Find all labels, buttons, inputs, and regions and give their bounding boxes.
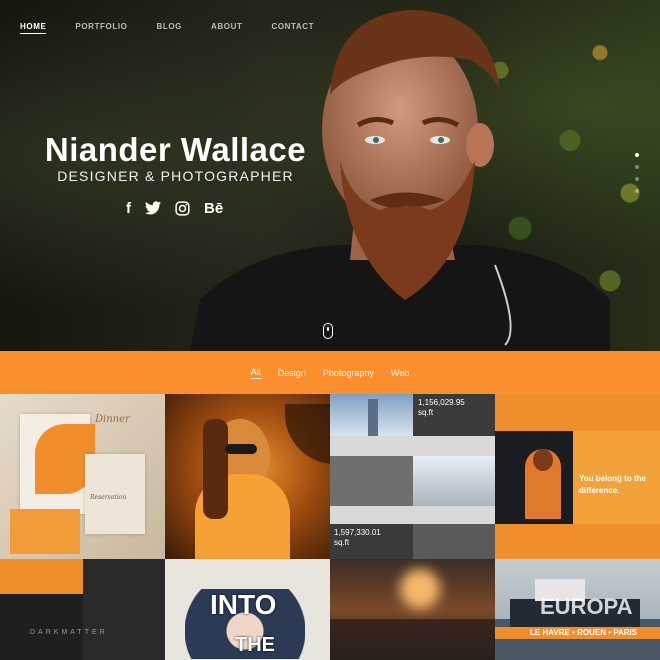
facebook-icon[interactable]: f bbox=[126, 198, 131, 218]
tile-stationery[interactable]: Dinner Reservation bbox=[0, 394, 165, 559]
scroll-down-icon[interactable] bbox=[323, 323, 333, 339]
slide-dot[interactable] bbox=[635, 189, 639, 193]
tile-portrait-woman[interactable] bbox=[165, 394, 330, 559]
nav-about[interactable]: ABOUT bbox=[211, 22, 242, 34]
tile-web-orange[interactable]: You belong to the difference. bbox=[495, 394, 660, 559]
twitter-icon[interactable] bbox=[145, 198, 161, 218]
slide-dots bbox=[635, 153, 639, 193]
hero-name: Niander Wallace bbox=[44, 131, 307, 168]
tile-text: Reservation bbox=[90, 494, 127, 501]
behance-icon[interactable]: Bē bbox=[204, 198, 223, 218]
tile-text: 1,597,330.01 bbox=[334, 528, 381, 537]
tile-text: EUROPA bbox=[540, 594, 633, 619]
tile-darkmatter[interactable]: DARKMATTER bbox=[0, 559, 165, 660]
nav-blog[interactable]: BLOG bbox=[156, 22, 182, 34]
hero-subtitle: DESIGNER & PHOTOGRAPHER bbox=[57, 168, 294, 184]
main-nav: HOME PORTFOLIO BLOG ABOUT CONTACT bbox=[20, 22, 343, 34]
tile-text: You belong to the bbox=[579, 474, 646, 483]
tile-text: sq.ft bbox=[334, 538, 350, 547]
filter-design[interactable]: Design bbox=[278, 368, 306, 378]
portfolio-filter-bar: All Design Photography Web bbox=[0, 351, 660, 394]
slide-dot[interactable] bbox=[635, 177, 639, 181]
tile-text: INTO bbox=[210, 589, 277, 620]
tile-text: DARKMATTER bbox=[30, 629, 108, 636]
tile-text: LE HAVRE • ROUEN • PARIS bbox=[530, 628, 638, 637]
slide-dot[interactable] bbox=[635, 153, 639, 157]
tile-real-estate-web[interactable]: 1,156,029.95 sq.ft 1,597,330.01 sq.ft bbox=[330, 394, 495, 559]
tile-europa-ship[interactable]: EUROPA LE HAVRE • ROUEN • PARIS bbox=[495, 559, 660, 660]
filter-web[interactable]: Web bbox=[391, 368, 409, 378]
nav-home[interactable]: HOME bbox=[20, 22, 47, 34]
tile-text: sq.ft bbox=[418, 408, 434, 417]
nav-portfolio[interactable]: PORTFOLIO bbox=[75, 22, 127, 34]
tile-text: difference. bbox=[579, 486, 620, 495]
social-links: f Bē bbox=[126, 198, 223, 218]
tile-text: 1,156,029.95 bbox=[418, 398, 465, 407]
tile-text: THE bbox=[235, 634, 275, 656]
nav-contact[interactable]: CONTACT bbox=[271, 22, 314, 34]
hero-section: HOME PORTFOLIO BLOG ABOUT CONTACT Niande… bbox=[0, 0, 660, 351]
filter-all[interactable]: All bbox=[250, 367, 261, 379]
filter-photography[interactable]: Photography bbox=[323, 368, 374, 378]
instagram-icon[interactable] bbox=[175, 198, 190, 218]
tile-into-the[interactable]: INTO THE bbox=[165, 559, 330, 660]
tile-city-street[interactable] bbox=[330, 559, 495, 660]
tile-text: Dinner bbox=[95, 414, 130, 425]
portfolio-grid: Dinner Reservation 1,156,029.95 sq.ft 1,… bbox=[0, 394, 660, 660]
slide-dot[interactable] bbox=[635, 165, 639, 169]
